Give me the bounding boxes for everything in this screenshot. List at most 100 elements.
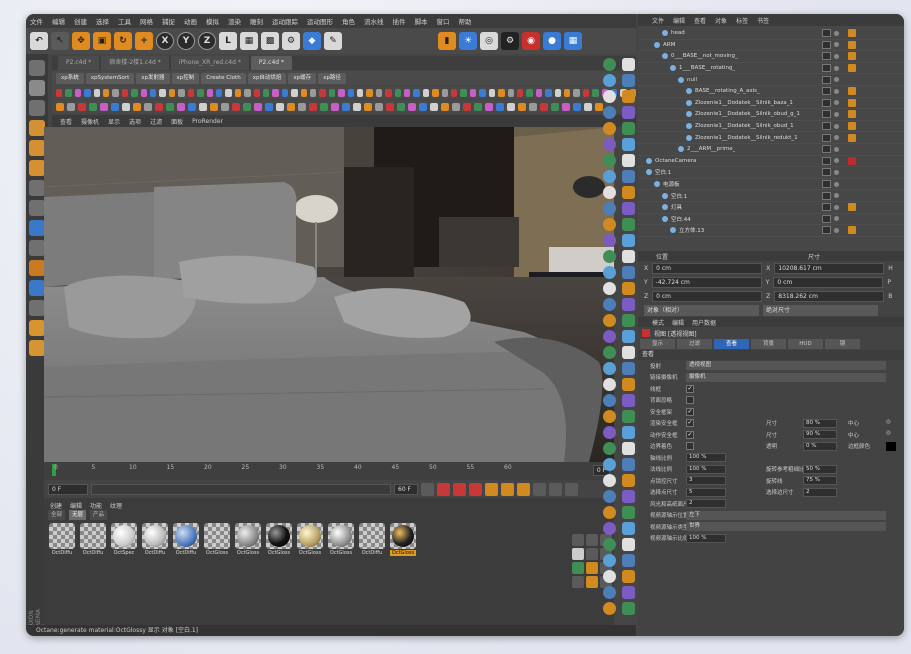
attributes-menu-item[interactable]: 编辑 (672, 318, 684, 327)
object-manager-menu-item[interactable]: 编辑 (673, 16, 685, 25)
octane-tool-icon[interactable] (602, 202, 616, 215)
octane-tool-icon[interactable] (602, 346, 616, 359)
object-tool-icon[interactable] (621, 362, 635, 375)
object-tool-icon[interactable] (621, 186, 635, 199)
tool-icon[interactable] (463, 102, 471, 111)
attribute-checkbox[interactable] (686, 396, 694, 405)
visibility-toggle[interactable] (822, 226, 831, 235)
tool-icon[interactable] (518, 102, 526, 111)
attribute-value[interactable]: 100 % (686, 533, 726, 543)
param-key-icon[interactable] (533, 482, 546, 496)
z-axis-icon[interactable]: Z (198, 32, 216, 50)
3d-viewport[interactable] (44, 127, 614, 462)
tag-icon[interactable] (848, 203, 856, 212)
object-manager-menu-item[interactable]: 标签 (736, 16, 748, 25)
visibility-toggle[interactable] (822, 122, 831, 131)
tool-icon[interactable] (56, 102, 64, 111)
tool-icon[interactable] (347, 88, 354, 97)
tree-row[interactable]: 电源板 (638, 179, 904, 191)
tool-icon[interactable] (232, 102, 240, 111)
object-tool-icon[interactable] (621, 58, 635, 71)
attribute-value[interactable]: 摄像机 (686, 372, 886, 382)
menu-item[interactable]: 运动图形 (307, 16, 333, 26)
tool-icon[interactable] (535, 88, 543, 97)
menu-item[interactable]: 动画 (184, 16, 197, 26)
attributes-tab[interactable]: 镜 (825, 339, 860, 349)
tool-icon[interactable] (111, 102, 119, 111)
tree-row[interactable]: 1___BASE__rotating_ (638, 63, 904, 75)
material-swatch[interactable]: OctGloss (203, 523, 231, 556)
object-tool-icon[interactable] (621, 74, 635, 87)
octane-tool-icon[interactable] (602, 74, 616, 87)
tag-icon[interactable] (848, 122, 856, 131)
object-tool-icon[interactable] (621, 378, 635, 391)
texture-mode-icon[interactable] (29, 100, 45, 116)
attribute-value-right[interactable]: 80 % (803, 418, 837, 428)
gear-icon[interactable]: ⚙ (501, 32, 519, 50)
object-tool-icon[interactable] (621, 538, 635, 551)
tool-icon[interactable] (469, 88, 477, 97)
frame-range-slider[interactable] (91, 483, 391, 495)
octane-tool-icon[interactable] (602, 314, 616, 327)
tool-icon[interactable] (67, 102, 75, 111)
start-frame-field[interactable]: 0 F (48, 483, 88, 495)
document-tab[interactable]: P2.c4d * (58, 56, 100, 70)
tool-icon[interactable] (353, 102, 361, 111)
tool-icon[interactable] (507, 102, 515, 111)
octane-tool-icon[interactable] (602, 378, 616, 391)
menu-item[interactable]: 脚本 (415, 16, 428, 26)
tool-icon[interactable] (375, 88, 383, 97)
rotate-icon[interactable]: ↻ (114, 32, 132, 50)
tag-icon[interactable] (848, 226, 856, 235)
model-mode-icon[interactable] (29, 80, 45, 96)
tool-icon[interactable] (244, 88, 251, 97)
tool-icon[interactable] (243, 102, 251, 111)
tool-icon[interactable] (93, 88, 101, 97)
attribute-value[interactable]: 2 (686, 499, 726, 509)
visibility-toggle[interactable] (822, 145, 831, 154)
visibility-toggle[interactable] (822, 75, 831, 84)
plugin-button[interactable]: xp自动烘焙 (247, 72, 287, 84)
move-plus-icon[interactable]: + (135, 32, 153, 50)
grid-icon[interactable]: ▦ (564, 32, 582, 50)
tool-icon[interactable] (210, 102, 218, 111)
tool-icon[interactable] (451, 88, 458, 97)
tool-icon[interactable] (540, 102, 548, 111)
octane-tool-icon[interactable] (602, 426, 616, 439)
tool-icon[interactable] (460, 88, 467, 97)
render-toggle[interactable] (834, 146, 839, 152)
octane-tool-icon[interactable] (602, 522, 616, 535)
tool-icon[interactable] (140, 88, 148, 97)
render-toggle[interactable] (834, 181, 839, 187)
tool-icon[interactable] (573, 102, 581, 111)
tool-icon[interactable] (215, 88, 223, 97)
octane-tool-icon[interactable] (602, 90, 616, 103)
document-tab[interactable]: P2.c4d * (250, 56, 293, 70)
tool-icon[interactable] (441, 88, 449, 97)
octane-tool-icon[interactable] (602, 106, 616, 119)
end-frame-field[interactable]: 60 F (394, 483, 418, 495)
menu-item[interactable]: 帮助 (459, 16, 472, 26)
menu-item[interactable]: 渲染 (228, 16, 241, 26)
tool-icon[interactable] (572, 562, 584, 574)
solo-icon[interactable] (29, 280, 45, 296)
octane-tool-icon[interactable] (602, 122, 616, 135)
octane-tool-icon[interactable] (602, 602, 616, 615)
octane-tool-icon[interactable] (602, 570, 616, 583)
menu-item[interactable]: 选择 (96, 16, 109, 26)
s-plugin2-icon[interactable] (29, 340, 45, 356)
object-tool-icon[interactable] (621, 170, 635, 183)
object-tool-icon[interactable] (621, 474, 635, 487)
size-mode-dropdown[interactable]: 绝对尺寸 (763, 304, 878, 316)
tool-icon[interactable] (298, 102, 306, 111)
material-swatch[interactable]: OctGloss (234, 523, 262, 556)
octane-tool-icon[interactable] (602, 506, 616, 519)
tool-icon[interactable] (430, 102, 438, 111)
menu-item[interactable]: 文件 (30, 16, 43, 26)
object-tool-icon[interactable] (621, 154, 635, 167)
tool-icon[interactable] (551, 102, 559, 111)
render-toggle[interactable] (834, 111, 839, 117)
tool-icon[interactable] (474, 102, 482, 111)
tool-icon[interactable] (366, 88, 373, 97)
object-tool-icon[interactable] (621, 282, 635, 295)
